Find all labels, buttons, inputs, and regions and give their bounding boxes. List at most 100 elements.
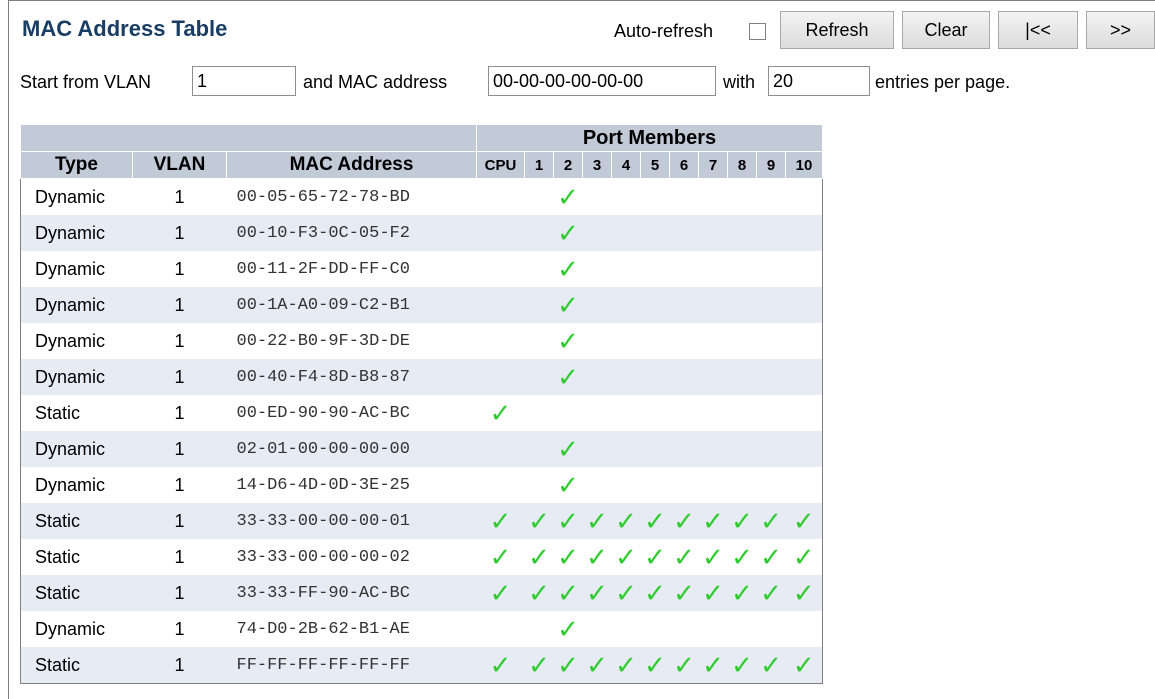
entries-per-page-input[interactable]: 20 xyxy=(768,66,870,96)
port-member-empty xyxy=(476,215,525,251)
port-member-empty xyxy=(785,359,823,395)
vlan-cell: 1 xyxy=(132,395,227,431)
port-member-empty xyxy=(669,215,699,251)
auto-refresh-checkbox[interactable] xyxy=(749,23,766,40)
mac-address-column-header: MAC Address xyxy=(226,151,477,179)
port-member-empty xyxy=(476,251,525,287)
port-member-empty xyxy=(582,287,612,323)
port-member-empty xyxy=(756,323,786,359)
port-member-empty xyxy=(785,251,823,287)
port-member-empty xyxy=(698,287,728,323)
port-member-empty xyxy=(582,467,612,503)
port-member-empty xyxy=(785,611,823,647)
port-member-empty xyxy=(582,251,612,287)
port-member-check-icon: ✓ xyxy=(582,503,612,539)
table-row: Dynamic 1 02-01-00-00-00-00 ✓ xyxy=(20,431,823,467)
port-member-empty xyxy=(727,215,757,251)
port-member-check-icon: ✓ xyxy=(553,359,583,395)
port-member-empty xyxy=(756,467,786,503)
vlan-cell: 1 xyxy=(132,431,227,467)
port-member-empty xyxy=(524,431,554,467)
port-member-empty xyxy=(611,287,641,323)
port-member-empty xyxy=(611,323,641,359)
port-header-1: 1 xyxy=(524,151,554,179)
mac-address-cell: 00-ED-90-90-AC-BC xyxy=(226,395,477,431)
vlan-cell: 1 xyxy=(132,287,227,323)
table-row: Dynamic 1 00-1A-A0-09-C2-B1 ✓ xyxy=(20,287,823,323)
mac-address-cell: 00-1A-A0-09-C2-B1 xyxy=(226,287,477,323)
port-member-empty xyxy=(698,395,728,431)
first-page-button[interactable]: |<< xyxy=(998,11,1078,49)
port-member-empty xyxy=(611,431,641,467)
port-header-6: 6 xyxy=(669,151,699,179)
port-member-empty xyxy=(476,287,525,323)
port-member-check-icon: ✓ xyxy=(553,611,583,647)
port-member-empty xyxy=(640,178,670,215)
start-vlan-input[interactable]: 1 xyxy=(192,66,296,96)
port-member-empty xyxy=(698,251,728,287)
mac-address-cell: 02-01-00-00-00-00 xyxy=(226,431,477,467)
mac-address-cell: 33-33-FF-90-AC-BC xyxy=(226,575,477,611)
port-member-empty xyxy=(640,215,670,251)
port-member-empty xyxy=(727,467,757,503)
refresh-button[interactable]: Refresh xyxy=(780,11,894,49)
port-member-empty xyxy=(669,611,699,647)
port-member-check-icon: ✓ xyxy=(582,539,612,575)
port-member-check-icon: ✓ xyxy=(476,647,525,684)
type-cell: Static xyxy=(20,503,133,539)
port-member-empty xyxy=(611,467,641,503)
port-header-7: 7 xyxy=(698,151,728,179)
port-member-empty xyxy=(727,611,757,647)
port-member-empty xyxy=(582,215,612,251)
port-member-check-icon: ✓ xyxy=(553,467,583,503)
port-member-empty xyxy=(524,287,554,323)
port-member-check-icon: ✓ xyxy=(640,539,670,575)
table-row: Dynamic 1 00-40-F4-8D-B8-87 ✓ xyxy=(20,359,823,395)
port-member-check-icon: ✓ xyxy=(476,503,525,539)
port-member-empty xyxy=(756,215,786,251)
port-member-check-icon: ✓ xyxy=(524,647,554,684)
vlan-column-header: VLAN xyxy=(132,151,227,179)
mac-address-input[interactable]: 00-00-00-00-00-00 xyxy=(488,66,716,96)
type-cell: Dynamic xyxy=(20,178,133,215)
port-member-check-icon: ✓ xyxy=(669,503,699,539)
port-header-4: 4 xyxy=(611,151,641,179)
table-row: Static 1 00-ED-90-90-AC-BC ✓ xyxy=(20,395,823,431)
port-member-check-icon: ✓ xyxy=(669,575,699,611)
port-member-empty xyxy=(524,467,554,503)
clear-button[interactable]: Clear xyxy=(902,11,990,49)
port-member-empty xyxy=(476,178,525,215)
port-header-3: 3 xyxy=(582,151,612,179)
port-header-cpu: CPU xyxy=(476,151,525,179)
port-member-check-icon: ✓ xyxy=(582,647,612,684)
port-member-check-icon: ✓ xyxy=(669,539,699,575)
port-member-empty xyxy=(785,467,823,503)
port-member-empty xyxy=(727,395,757,431)
vlan-cell: 1 xyxy=(132,178,227,215)
vlan-cell: 1 xyxy=(132,611,227,647)
port-member-empty xyxy=(669,323,699,359)
table-body: Dynamic 1 00-05-65-72-78-BD ✓ Dynamic 1 00-10-… xyxy=(20,178,823,684)
port-member-empty xyxy=(524,395,554,431)
port-members-header: Port Members xyxy=(476,124,823,152)
port-member-empty xyxy=(756,178,786,215)
port-header-9: 9 xyxy=(756,151,786,179)
port-member-check-icon: ✓ xyxy=(640,647,670,684)
port-member-check-icon: ✓ xyxy=(698,503,728,539)
mac-address-cell: FF-FF-FF-FF-FF-FF xyxy=(226,647,477,684)
port-member-empty xyxy=(669,467,699,503)
port-member-empty xyxy=(611,251,641,287)
next-page-button[interactable]: >> xyxy=(1086,11,1155,49)
port-member-empty xyxy=(669,287,699,323)
port-member-empty xyxy=(669,431,699,467)
table-row: Dynamic 1 00-11-2F-DD-FF-C0 ✓ xyxy=(20,251,823,287)
port-member-empty xyxy=(785,395,823,431)
port-member-check-icon: ✓ xyxy=(785,539,823,575)
port-member-empty xyxy=(582,359,612,395)
port-member-empty xyxy=(553,395,583,431)
vlan-cell: 1 xyxy=(132,215,227,251)
port-member-empty xyxy=(727,323,757,359)
type-cell: Dynamic xyxy=(20,467,133,503)
port-member-check-icon: ✓ xyxy=(640,503,670,539)
port-member-empty xyxy=(698,359,728,395)
